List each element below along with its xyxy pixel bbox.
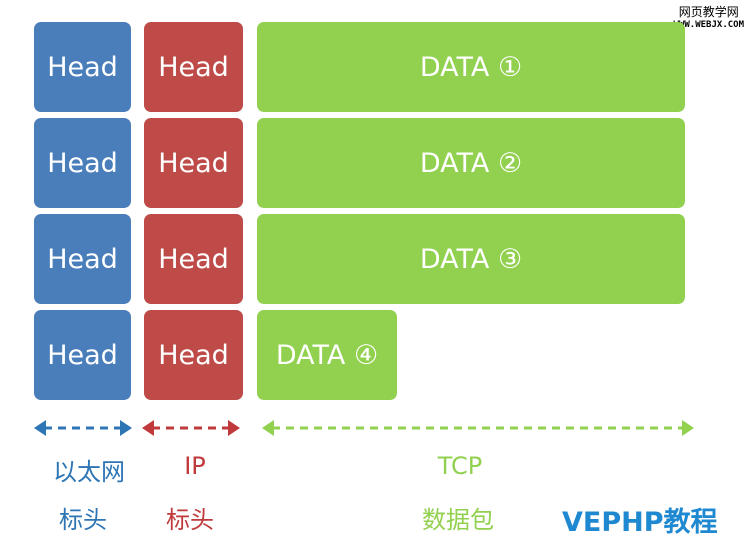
- ip-label-line2: 标头: [166, 506, 214, 534]
- ip-head-2: Head: [144, 118, 243, 208]
- ethernet-head-3: Head: [34, 214, 131, 304]
- tcp-data-1: DATA ①: [257, 22, 685, 112]
- ip-head-3: Head: [144, 214, 243, 304]
- tcp-span-arrow: [262, 420, 694, 436]
- ethernet-label-line1: 以太网: [53, 458, 125, 486]
- ethernet-head-1: Head: [34, 22, 131, 112]
- ethernet-label-line2: 标头: [59, 506, 107, 534]
- ethernet-head-4: Head: [34, 310, 131, 400]
- tcp-data-3: DATA ③: [257, 214, 685, 304]
- ip-head-1: Head: [144, 22, 243, 112]
- ethernet-head-2: Head: [34, 118, 131, 208]
- ethernet-span-arrow: [34, 420, 132, 436]
- ip-head-4: Head: [144, 310, 243, 400]
- tcp-data-2: DATA ②: [257, 118, 685, 208]
- brand-label: VEPHP教程: [562, 507, 718, 538]
- tcp-label-line2: 数据包: [422, 506, 494, 534]
- ip-span-arrow: [142, 420, 240, 436]
- tcp-data-4: DATA ④: [257, 310, 397, 400]
- ip-label-line1: IP: [184, 452, 206, 480]
- tcp-label-line1: TCP: [437, 452, 483, 480]
- watermark-title: 网页教学网: [678, 5, 739, 19]
